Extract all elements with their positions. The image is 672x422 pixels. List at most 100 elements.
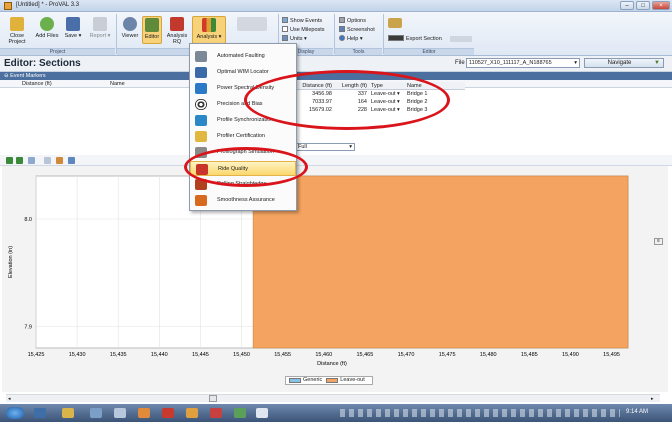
arrow-right-icon[interactable] bbox=[16, 157, 23, 164]
analysis-icon bbox=[202, 18, 216, 32]
x-tick-label: 15,475 bbox=[439, 352, 456, 358]
scroll-right-icon[interactable]: ▸ bbox=[651, 396, 654, 402]
help-button[interactable]: Help ▾ bbox=[339, 35, 363, 43]
show-events-toggle[interactable]: Show Events bbox=[282, 17, 322, 25]
viewer-icon bbox=[123, 17, 137, 31]
elevation-chart[interactable]: 15,425 15,430 15,435 15,440 15,445 15,450 15,4… bbox=[0, 166, 672, 394]
close-project-icon bbox=[10, 17, 24, 31]
certificate-icon bbox=[195, 131, 207, 142]
legend-item-generic: Generic bbox=[289, 377, 322, 384]
x-tick-label: 15,455 bbox=[274, 352, 291, 358]
chart-settings-icon[interactable] bbox=[68, 157, 75, 164]
x-tick-label: 15,435 bbox=[110, 352, 127, 358]
file-label: File bbox=[455, 60, 465, 66]
units-dropdown[interactable]: Units ▾ bbox=[282, 35, 307, 43]
menu-item-profiler-certification[interactable]: Profiler Certification bbox=[190, 129, 296, 144]
x-tick-label: 15,430 bbox=[69, 352, 86, 358]
chart-toolbar bbox=[0, 155, 672, 166]
x-axis-label: Distance (ft) bbox=[317, 361, 347, 367]
title-bar: [Untitled] * - ProVAL 3.3 – □ × bbox=[0, 0, 672, 12]
gear-icon bbox=[339, 17, 345, 23]
wim-locator-icon bbox=[195, 67, 207, 78]
x-axis-ticks: 15,425 15,430 15,435 15,440 15,445 15,450 15,4… bbox=[28, 352, 620, 358]
taskbar-app-pdf-icon[interactable] bbox=[162, 408, 174, 418]
app-icon bbox=[4, 2, 12, 10]
analysis-rq-button[interactable]: Analysis RQ bbox=[164, 17, 190, 45]
x-tick-label: 15,450 bbox=[233, 352, 250, 358]
options-button[interactable]: Options bbox=[339, 17, 366, 25]
x-tick-label: 15,465 bbox=[356, 352, 373, 358]
disabled-arrows-icon bbox=[450, 36, 472, 42]
scroll-thumb[interactable] bbox=[209, 395, 217, 402]
taskbar-app-icon[interactable] bbox=[234, 408, 246, 418]
editor-button[interactable]: Editor bbox=[142, 16, 162, 44]
menu-item-smoothness-assurance[interactable]: Smoothness Assurance bbox=[190, 193, 296, 208]
checkbox-icon bbox=[282, 26, 288, 32]
navigate-button[interactable]: Navigate ▼ bbox=[584, 58, 664, 68]
faulting-icon bbox=[195, 51, 207, 62]
x-tick-label: 15,495 bbox=[603, 352, 620, 358]
y-tick-label: 7.9 bbox=[24, 325, 32, 331]
psd-icon bbox=[195, 83, 207, 94]
x-tick-label: 15,490 bbox=[562, 352, 579, 358]
close-project-button[interactable]: Close Project bbox=[6, 17, 28, 45]
section-filter-select[interactable]: Full ▾ bbox=[295, 143, 355, 151]
column-header-distance[interactable]: Distance (ft) bbox=[22, 80, 52, 88]
taskbar-app-icon[interactable] bbox=[90, 408, 102, 418]
arrow-left-icon[interactable] bbox=[6, 157, 13, 164]
y-tick-label: 8.0 bbox=[24, 217, 32, 223]
taskbar-app-proval-icon[interactable] bbox=[256, 408, 268, 418]
horizontal-scrollbar[interactable]: ◂ ▸ bbox=[6, 394, 660, 402]
camera-icon bbox=[339, 26, 345, 32]
save-button[interactable]: Save ▾ bbox=[62, 17, 84, 39]
taskbar-app-icon[interactable] bbox=[114, 408, 126, 418]
target-icon bbox=[195, 99, 207, 110]
screenshot-button[interactable]: Screenshot bbox=[339, 26, 375, 34]
legend-swatch bbox=[326, 378, 339, 383]
y-axis-ticks: 8.0 7.9 bbox=[24, 217, 32, 331]
taskbar-app-icon[interactable] bbox=[186, 408, 198, 418]
save-icon bbox=[66, 17, 80, 31]
system-tray-icons[interactable] bbox=[340, 409, 620, 417]
group-label-editor: Editor bbox=[384, 48, 474, 55]
group-label-tools: Tools bbox=[335, 48, 382, 55]
taskbar-app-icon[interactable] bbox=[138, 408, 150, 418]
maximize-button[interactable]: □ bbox=[636, 1, 650, 10]
help-icon bbox=[339, 35, 345, 41]
minimize-button[interactable]: – bbox=[620, 1, 634, 10]
checkbox-icon bbox=[282, 17, 288, 23]
copy-icon[interactable] bbox=[56, 157, 63, 164]
window-title: [Untitled] * - ProVAL 3.3 bbox=[16, 2, 80, 8]
file-select[interactable]: 110527_X10_111117_A_N188765 ▾ bbox=[466, 58, 580, 68]
add-files-button[interactable]: Add Files bbox=[34, 17, 60, 39]
legend-item-leave-out: Leave-out bbox=[326, 377, 365, 384]
taskbar-app-icon[interactable] bbox=[210, 408, 222, 418]
x-tick-label: 15,485 bbox=[521, 352, 538, 358]
export-section-button[interactable]: Export Section bbox=[388, 35, 442, 43]
analysis-button[interactable]: Analysis ▾ bbox=[192, 16, 226, 44]
smoothness-icon bbox=[195, 195, 207, 206]
analysis-rq-icon bbox=[170, 17, 184, 31]
legend-swatch bbox=[289, 378, 301, 383]
viewer-button[interactable]: Viewer bbox=[120, 17, 140, 39]
x-tick-label: 15,440 bbox=[151, 352, 168, 358]
zoom-icon[interactable] bbox=[28, 157, 35, 164]
report-icon bbox=[93, 17, 107, 31]
taskbar-app-ie-icon[interactable] bbox=[34, 408, 46, 418]
sync-icon bbox=[195, 115, 207, 126]
column-header-name[interactable]: Name bbox=[110, 80, 125, 88]
menu-item-automated-faulting[interactable]: Automated Faulting bbox=[190, 49, 296, 64]
side-splitter-handle[interactable]: ≡ bbox=[654, 238, 663, 245]
page-title: Editor: Sections bbox=[4, 58, 81, 69]
scroll-left-icon[interactable]: ◂ bbox=[8, 396, 11, 402]
taskbar-app-explorer-icon[interactable] bbox=[62, 408, 74, 418]
disabled-tool-button[interactable] bbox=[232, 17, 272, 33]
annotation-ellipse-ride-quality bbox=[184, 147, 308, 187]
report-button[interactable]: Report ▾ bbox=[88, 17, 112, 39]
use-mileposts-toggle[interactable]: Use Mileposts bbox=[282, 26, 325, 34]
start-button[interactable] bbox=[6, 407, 24, 419]
close-window-button[interactable]: × bbox=[652, 1, 670, 10]
section-tool-icon[interactable] bbox=[388, 18, 402, 28]
disabled-tool-icon bbox=[237, 17, 267, 31]
fit-icon[interactable] bbox=[44, 157, 51, 164]
